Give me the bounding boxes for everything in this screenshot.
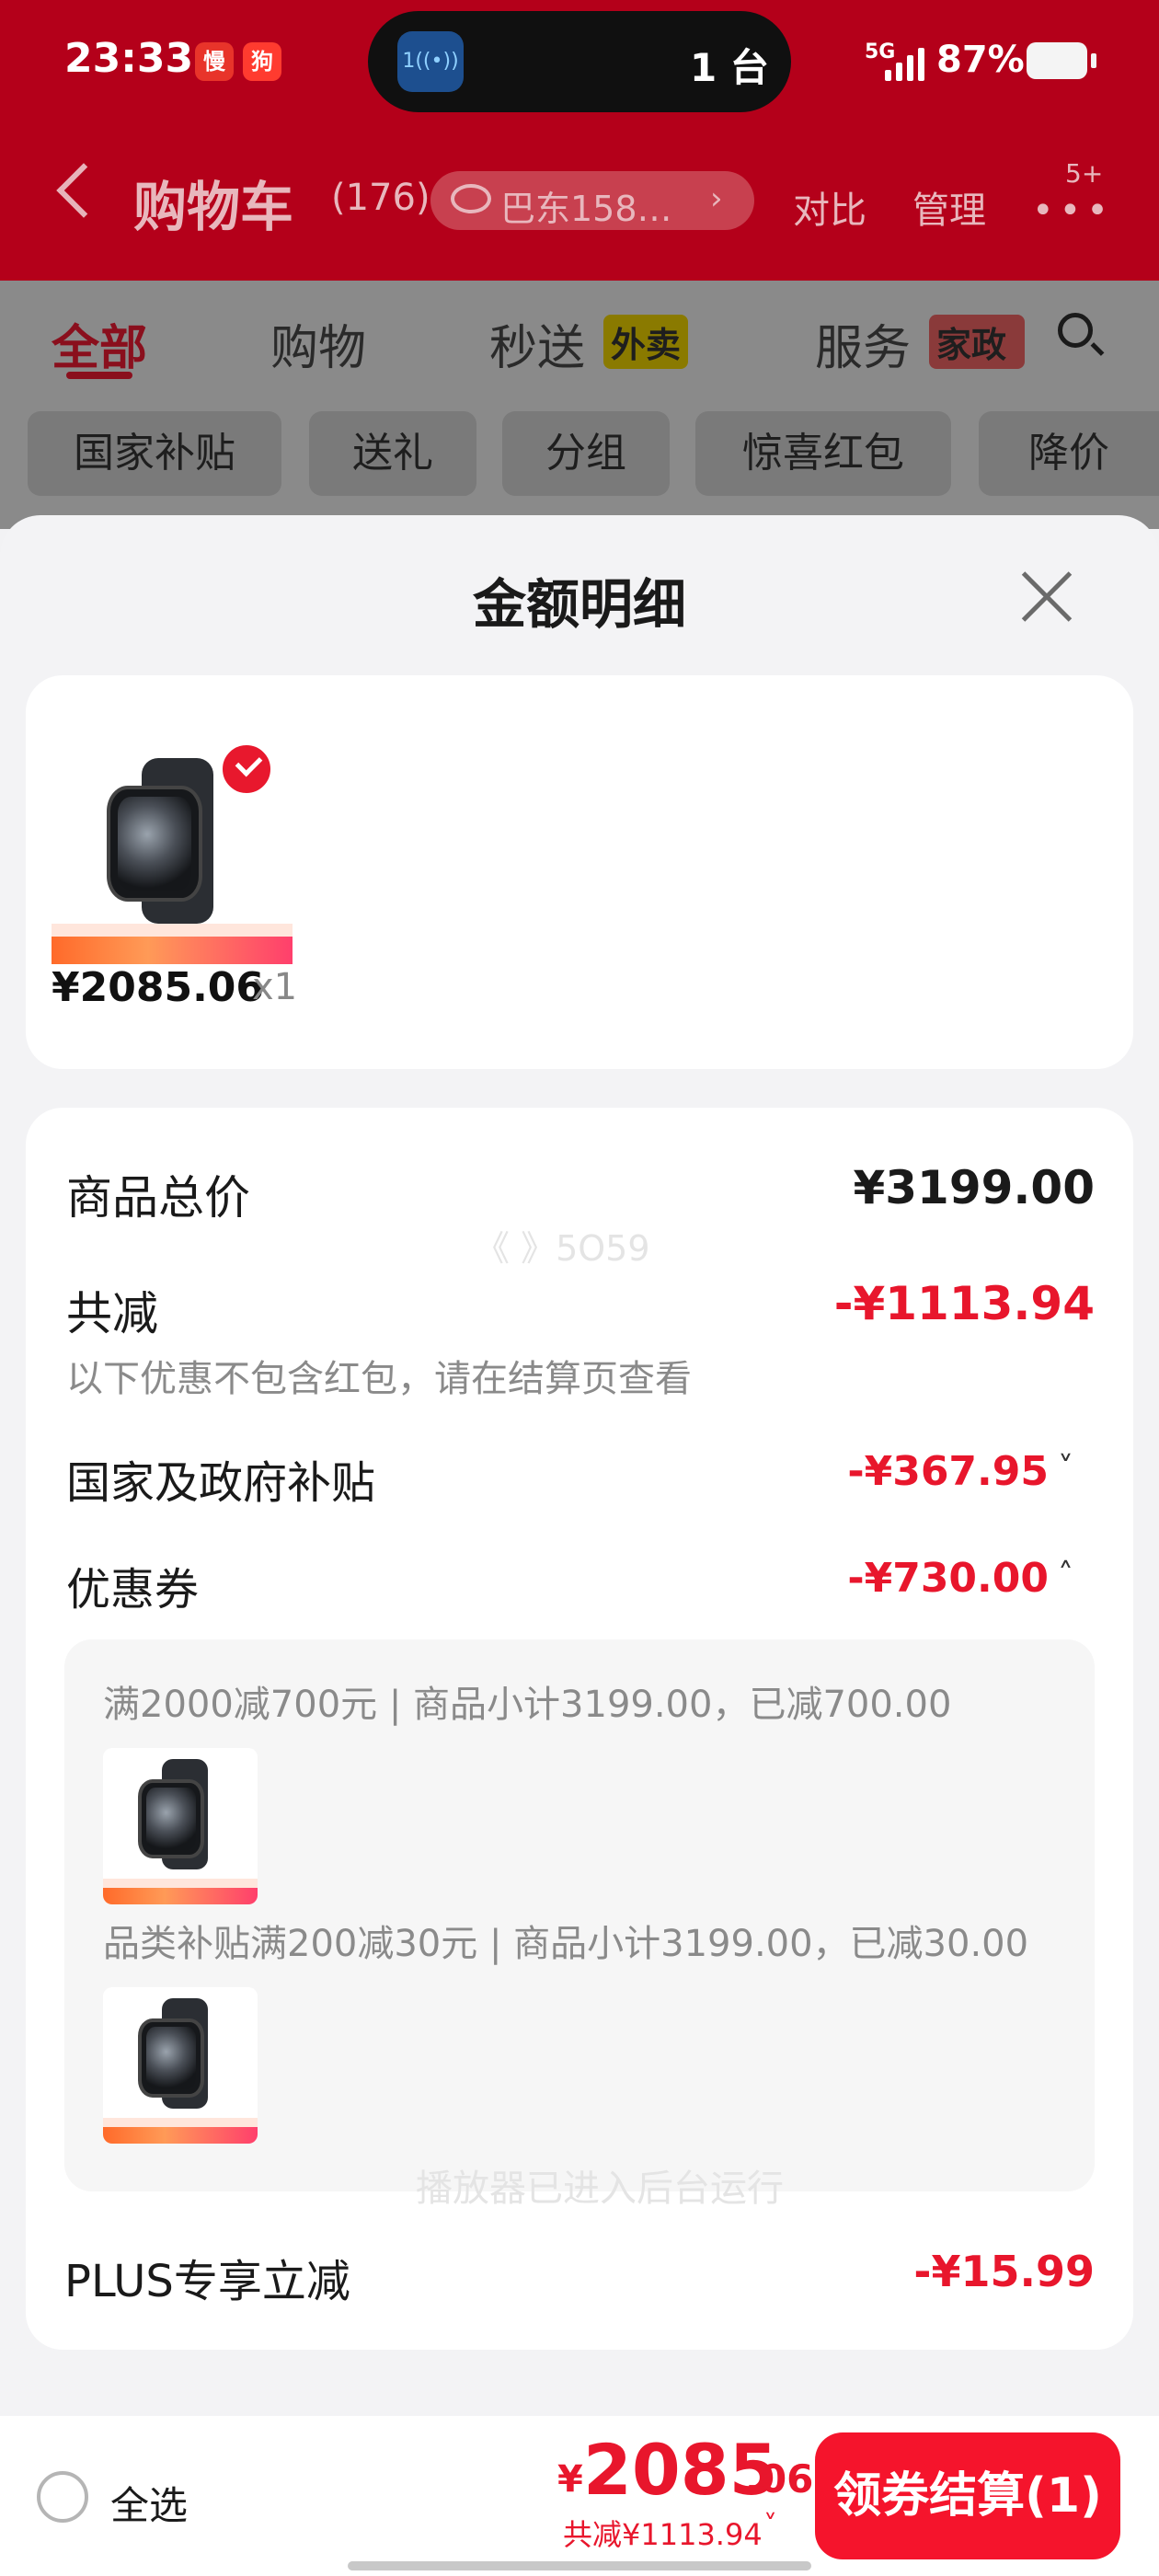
nfc-radio-icon: 1((•)) <box>397 31 464 92</box>
sheet-title: 金额明细 <box>472 573 686 636</box>
item-price: ¥2085.06 <box>52 964 265 1011</box>
select-all-label[interactable]: 全选 <box>110 2475 188 2531</box>
discount-note: 以下优惠不包含红包，请在结算页查看 <box>66 1358 692 1400</box>
tab-all[interactable]: 全部 <box>52 309 147 378</box>
tab-services[interactable]: 服务 <box>815 309 911 378</box>
chevron-up-icon[interactable]: ˄ <box>1058 1557 1073 1593</box>
tab-active-indicator <box>66 372 132 379</box>
chip-gift[interactable]: 送礼 <box>309 411 476 496</box>
total-discount-value: -¥1113.94 <box>833 1277 1095 1330</box>
tab-tag-housekeeping: 家政 <box>929 315 1025 369</box>
home-indicator[interactable] <box>348 2561 811 2570</box>
battery-tip <box>1091 53 1096 68</box>
coupon-line-2: 品类补贴满200减30元 | 商品小计3199.00，已减30.00 <box>103 1923 1029 1965</box>
address-text: 巴东158… <box>500 189 672 229</box>
jd-notification-icon: 狗 <box>243 42 281 81</box>
total-discount-label: 共减 <box>66 1287 158 1340</box>
app-notification-icon: 慢 <box>195 42 234 81</box>
coupon-line-1: 满2000减700元 | 商品小计3199.00，已减700.00 <box>103 1684 952 1726</box>
island-icon-label: 1 <box>402 50 416 73</box>
coupon-product-image-1[interactable] <box>103 1748 258 1904</box>
coupon-product-image-2[interactable] <box>103 1987 258 2144</box>
subsidy-label: 国家及政府补贴 <box>66 1457 376 1509</box>
coupon-label: 优惠券 <box>66 1564 200 1616</box>
close-icon[interactable] <box>1019 569 1074 624</box>
tab-instant-delivery[interactable]: 秒送 <box>489 309 585 378</box>
selected-check-icon[interactable] <box>219 742 274 797</box>
page-title: 购物车 <box>133 176 294 238</box>
goods-total-value: ¥3199.00 <box>853 1161 1095 1214</box>
total-currency: ¥ <box>557 2458 583 2501</box>
eye-icon <box>451 184 491 213</box>
search-icon[interactable] <box>1058 313 1093 348</box>
total-amount-decimal: .06 <box>745 2456 814 2501</box>
battery-percent: 87% <box>936 39 1025 81</box>
coupon-value[interactable]: -¥730.00 <box>644 1555 1049 1602</box>
status-time: 23:33 <box>64 35 194 82</box>
goods-total-label: 商品总价 <box>66 1171 250 1225</box>
item-quantity: x1 <box>252 966 298 1008</box>
total-saved[interactable]: 共减¥1113.94 <box>563 2512 763 2554</box>
chevron-down-icon[interactable]: ˅ <box>1058 1450 1073 1487</box>
plus-discount-value: -¥15.99 <box>913 2247 1095 2296</box>
signal-bars-icon <box>885 46 927 81</box>
manage-button[interactable]: 管理 <box>912 180 986 234</box>
checkout-button[interactable]: 领券结算(1) <box>815 2432 1120 2559</box>
island-text: 1 台 <box>690 45 769 90</box>
saved-chevron-down-icon[interactable]: ˅ <box>763 2510 777 2542</box>
background-playback-toast: 播放器已进入后台运行 <box>416 2168 784 2210</box>
chip-price-drop[interactable]: 降价 <box>979 411 1159 496</box>
select-all-radio[interactable] <box>37 2471 88 2523</box>
cart-count: (176) <box>331 177 430 219</box>
compare-button[interactable]: 对比 <box>793 180 866 234</box>
more-badge: 5+ <box>1065 158 1104 189</box>
tab-tag-takeout: 外卖 <box>603 315 689 369</box>
chip-surprise-redpacket[interactable]: 惊喜红包 <box>695 411 951 496</box>
chip-national-subsidy[interactable]: 国家补贴 <box>28 411 281 496</box>
more-icon[interactable]: ••• <box>1032 190 1114 232</box>
subsidy-value[interactable]: -¥367.95 <box>644 1448 1049 1495</box>
plus-discount-label: PLUS专享立减 <box>64 2256 350 2307</box>
battery-icon <box>1027 42 1087 79</box>
tab-shopping[interactable]: 购物 <box>270 309 366 378</box>
watermark-text: 《 》5O59 <box>475 1228 650 1269</box>
chip-group[interactable]: 分组 <box>502 411 670 496</box>
chevron-right-icon: › <box>710 180 723 217</box>
